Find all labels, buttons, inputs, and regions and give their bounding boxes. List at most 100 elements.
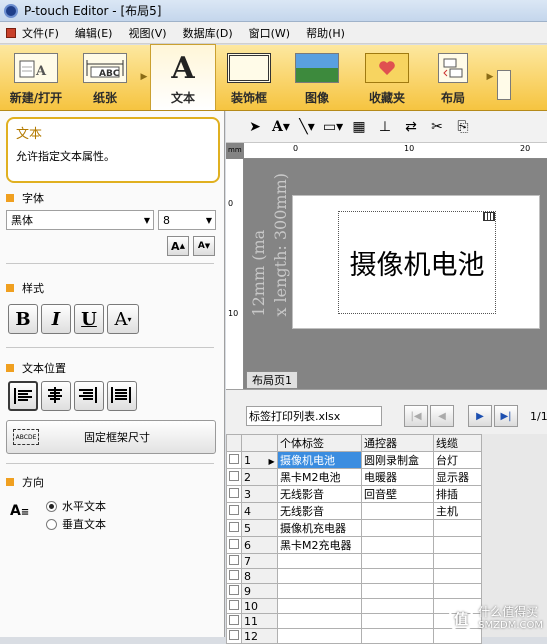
vertical-text-radio[interactable]: 垂直文本 — [46, 516, 106, 532]
table-row[interactable]: 6 黑卡M2充电器 — [226, 536, 482, 554]
row-checkbox[interactable] — [229, 521, 239, 532]
table-cell[interactable] — [433, 519, 482, 537]
table-tool-icon[interactable]: ▦ — [348, 117, 370, 137]
table-cell[interactable]: 摄像机充电器 — [277, 519, 362, 537]
table-row[interactable]: 11 — [226, 613, 482, 629]
table-cell[interactable] — [361, 536, 434, 554]
table-cell[interactable]: 显示器 — [433, 468, 482, 486]
table-row[interactable]: 1 ▶ 摄像机电池 圆刚录制盒 台灯 — [226, 451, 482, 469]
text-tool-icon[interactable]: A▾ — [270, 117, 292, 137]
row-checkbox[interactable] — [229, 504, 239, 515]
row-checkbox[interactable] — [229, 554, 239, 565]
menu-edit[interactable]: 编辑(E) — [75, 25, 113, 41]
table-cell[interactable]: 黑卡M2充电器 — [277, 536, 362, 554]
database-tool-icon[interactable]: ⇄ — [400, 117, 422, 137]
pointer-icon[interactable]: ➤ — [244, 117, 266, 137]
table-row[interactable]: 4 无线影音 主机 — [226, 502, 482, 520]
ribbon-paper[interactable]: ABC 纸张 — [72, 44, 138, 110]
table-row[interactable]: 2 黑卡M2电池 电暖器 显示器 — [226, 468, 482, 486]
table-cell[interactable] — [361, 628, 434, 644]
next-record-button[interactable]: ▶ — [468, 405, 492, 427]
copy-icon[interactable]: ⎘ — [452, 117, 474, 137]
row-checkbox[interactable] — [229, 470, 239, 481]
font-size-select[interactable]: 8 ▼ — [158, 210, 216, 230]
table-cell[interactable]: 台灯 — [433, 451, 482, 469]
table-cell[interactable] — [277, 553, 362, 569]
table-cell[interactable] — [433, 536, 482, 554]
row-checkbox-cell[interactable] — [226, 628, 242, 644]
column-header[interactable]: 线缆 — [433, 434, 482, 452]
bold-button[interactable]: B — [8, 304, 38, 334]
table-cell[interactable] — [433, 583, 482, 599]
table-cell[interactable]: 电暖器 — [361, 468, 434, 486]
column-header[interactable]: 个体标签 — [277, 434, 362, 452]
table-cell[interactable] — [361, 598, 434, 614]
menu-file[interactable]: 文件(F) — [22, 25, 59, 41]
row-checkbox[interactable] — [229, 453, 239, 464]
tab-layout-page-1[interactable]: 布局页1 — [246, 371, 298, 389]
label-paper[interactable]: 摄像机电池 — [292, 195, 540, 329]
barcode-tool-icon[interactable]: ⊥ — [374, 117, 396, 137]
row-checkbox[interactable] — [229, 538, 239, 549]
row-checkbox[interactable] — [229, 599, 239, 610]
table-row[interactable]: 7 — [226, 553, 482, 569]
rectangle-tool-icon[interactable]: ▭▾ — [322, 117, 344, 137]
row-checkbox-cell[interactable] — [226, 613, 242, 629]
row-checkbox-cell[interactable] — [226, 553, 242, 569]
layout-canvas[interactable]: mm 0 10 20 0 10 12mm (ma x length: 300mm… — [226, 143, 547, 389]
table-cell[interactable]: 圆刚录制盒 — [361, 451, 434, 469]
row-checkbox-cell[interactable] — [226, 451, 242, 469]
row-checkbox[interactable] — [229, 487, 239, 498]
fix-frame-size-button[interactable]: ABCDE 固定框架尺寸 — [6, 420, 216, 454]
row-checkbox-cell[interactable] — [226, 568, 242, 584]
menu-window[interactable]: 窗口(W) — [249, 25, 290, 41]
table-cell[interactable]: 回音壁 — [361, 485, 434, 503]
table-cell[interactable] — [433, 568, 482, 584]
table-cell[interactable] — [361, 553, 434, 569]
row-checkbox-cell[interactable] — [226, 485, 242, 503]
font-grow-button[interactable]: A ▲ — [167, 236, 189, 256]
table-cell[interactable]: 黑卡M2电池 — [277, 468, 362, 486]
row-checkbox[interactable] — [229, 569, 239, 580]
previous-record-button[interactable]: ◀ — [430, 405, 454, 427]
table-cell[interactable] — [433, 553, 482, 569]
ribbon-favorites[interactable]: 收藏夹 — [352, 44, 422, 110]
table-cell[interactable]: 摄像机电池 — [277, 451, 362, 469]
font-name-select[interactable]: 黑体 ▼ — [6, 210, 154, 230]
doc-icon[interactable] — [6, 27, 16, 38]
line-tool-icon[interactable]: ╲▾ — [296, 117, 318, 137]
row-checkbox-cell[interactable] — [226, 598, 242, 614]
table-cell[interactable]: 排插 — [433, 485, 482, 503]
underline-button[interactable]: U — [74, 304, 104, 334]
column-header[interactable]: 通控器 — [361, 434, 434, 452]
align-right-button[interactable] — [74, 381, 104, 411]
row-checkbox[interactable] — [229, 614, 239, 625]
table-cell[interactable] — [361, 519, 434, 537]
align-justify-button[interactable] — [107, 381, 137, 411]
table-cell[interactable] — [277, 598, 362, 614]
row-checkbox[interactable] — [229, 629, 239, 640]
table-cell[interactable]: 无线影音 — [277, 485, 362, 503]
ribbon-layout[interactable]: 布局 — [422, 44, 484, 110]
row-checkbox-cell[interactable] — [226, 583, 242, 599]
cut-icon[interactable]: ✂ — [426, 117, 448, 137]
align-left-button[interactable] — [8, 381, 38, 411]
row-checkbox-cell[interactable] — [226, 536, 242, 554]
table-row[interactable]: 9 — [226, 583, 482, 599]
table-cell[interactable] — [277, 568, 362, 584]
ribbon-text[interactable]: A 文本 — [150, 44, 216, 110]
table-row[interactable]: 3 无线影音 回音壁 排插 — [226, 485, 482, 503]
first-record-button[interactable]: |◀ — [404, 405, 428, 427]
table-row[interactable]: 5 摄像机充电器 — [226, 519, 482, 537]
table-cell[interactable] — [361, 613, 434, 629]
table-cell[interactable]: 主机 — [433, 502, 482, 520]
horizontal-text-radio[interactable]: 水平文本 — [46, 498, 106, 514]
row-checkbox[interactable] — [229, 584, 239, 595]
table-cell[interactable] — [361, 568, 434, 584]
table-cell[interactable]: 无线影音 — [277, 502, 362, 520]
menu-view[interactable]: 视图(V) — [128, 25, 166, 41]
ribbon-image[interactable]: 图像 — [282, 44, 352, 110]
table-cell[interactable] — [361, 502, 434, 520]
table-row[interactable]: 10 — [226, 598, 482, 614]
last-record-button[interactable]: ▶| — [494, 405, 518, 427]
